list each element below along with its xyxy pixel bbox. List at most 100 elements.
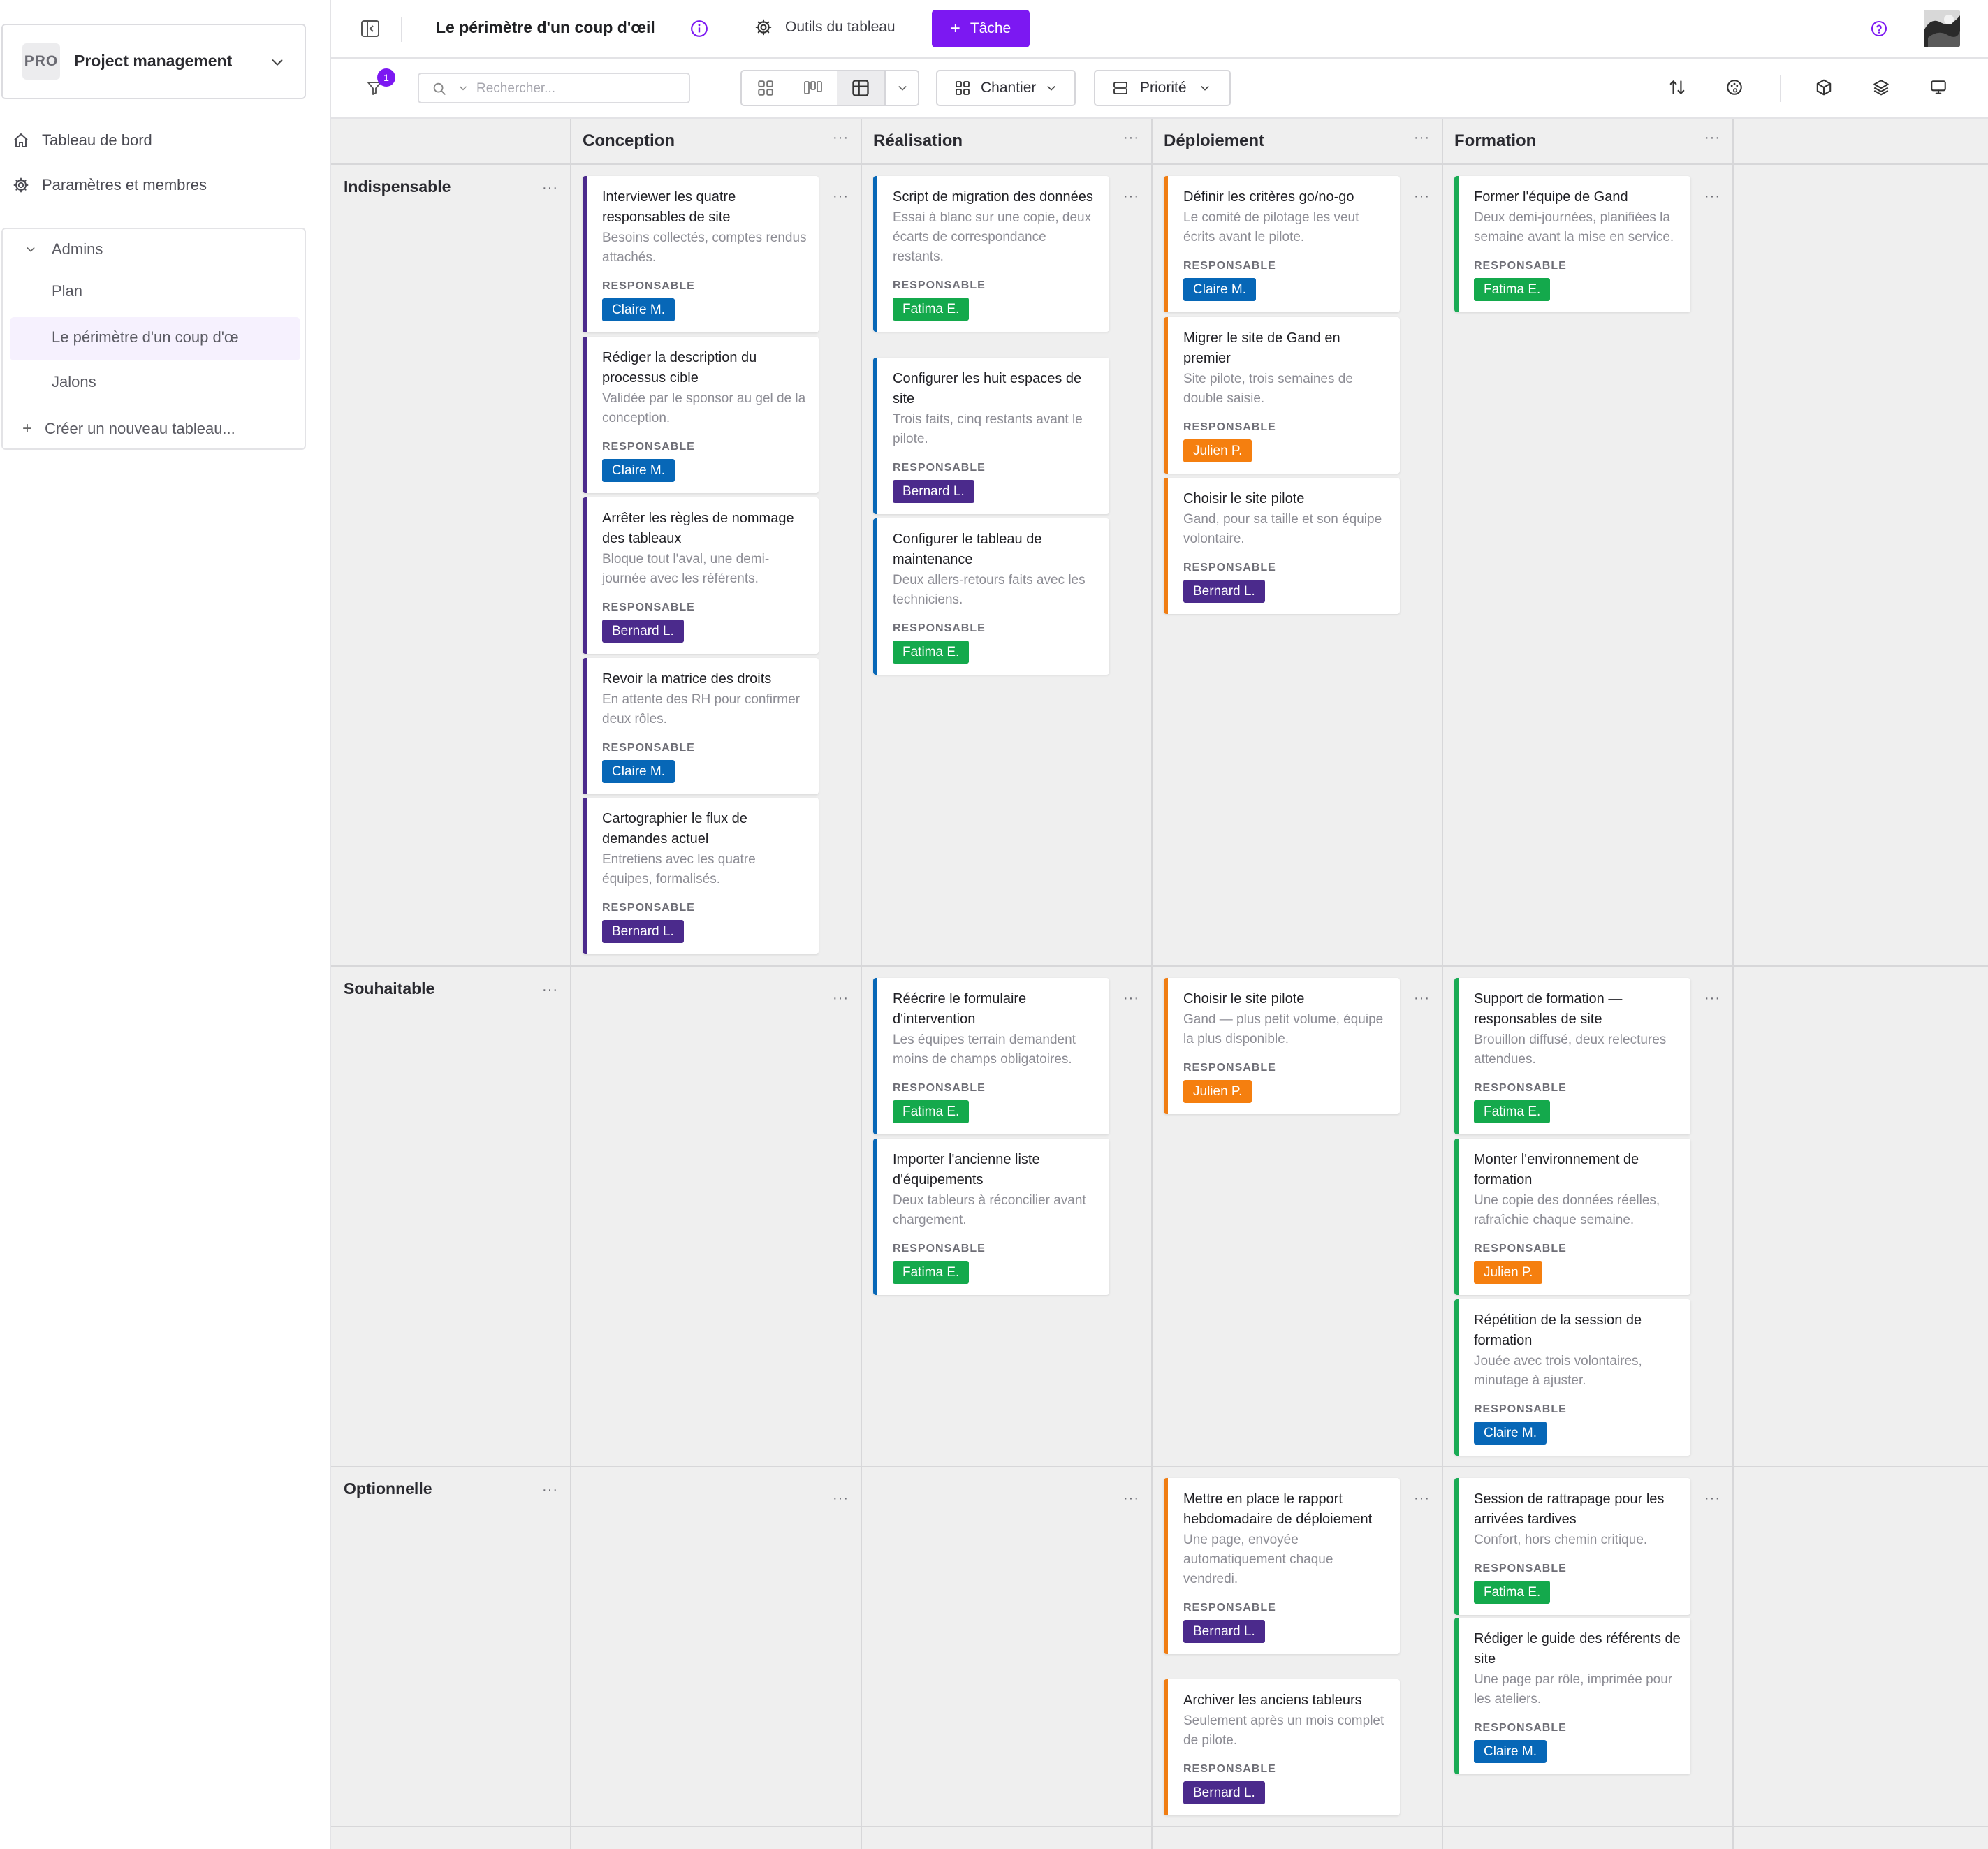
assignee-tag[interactable]: Julien P. bbox=[1474, 1261, 1543, 1284]
chevron-down-icon[interactable] bbox=[458, 83, 468, 93]
assignee-tag[interactable]: Claire M. bbox=[602, 298, 675, 321]
row-menu-icon[interactable]: ··· bbox=[542, 181, 558, 195]
task-card[interactable]: Revoir la matrice des droits En attente d… bbox=[583, 658, 819, 794]
task-card[interactable]: Choisir le site pilote Gand, pour sa tail… bbox=[1164, 478, 1400, 614]
cell-menu-icon[interactable]: ··· bbox=[1123, 189, 1139, 203]
assignee-tag[interactable]: Fatima E. bbox=[893, 298, 970, 321]
create-board-button[interactable]: + Créer un nouveau tableau... bbox=[22, 419, 235, 439]
assignee-tag[interactable]: Fatima E. bbox=[1474, 1581, 1551, 1604]
new-task-button[interactable]: + Tâche bbox=[932, 10, 1030, 47]
task-card[interactable]: Former l'équipe de Gand Deux demi-journée… bbox=[1454, 176, 1690, 312]
board-tools-button[interactable]: Outils du tableau bbox=[754, 18, 896, 36]
row-by-dropdown[interactable]: Priorité bbox=[1094, 70, 1231, 106]
group-by-dropdown[interactable]: Chantier bbox=[936, 70, 1076, 106]
assignee-tag[interactable]: Julien P. bbox=[1183, 1080, 1252, 1103]
assignee-tag[interactable]: Fatima E. bbox=[893, 1261, 970, 1284]
task-card[interactable]: Script de migration des données Essai à b… bbox=[873, 176, 1109, 332]
assignee-tag[interactable]: Claire M. bbox=[1183, 278, 1257, 301]
card-responsible-label: RESPONSABLE bbox=[1474, 1243, 1567, 1255]
task-card[interactable]: Réécrire le formulaire d'intervention Les… bbox=[873, 978, 1109, 1134]
card-title: Choisir le site pilote bbox=[1183, 491, 1305, 506]
view-grid-button[interactable] bbox=[742, 71, 789, 105]
column-menu-icon[interactable]: ··· bbox=[1123, 131, 1139, 145]
assignee-tag[interactable]: Bernard L. bbox=[893, 480, 974, 503]
assignee-tag[interactable]: Fatima E. bbox=[1474, 1100, 1551, 1123]
cell-menu-icon[interactable]: ··· bbox=[1414, 189, 1430, 203]
task-card[interactable]: Session de rattrapage pour les arrivées … bbox=[1454, 1478, 1690, 1615]
view-kanban-button[interactable] bbox=[789, 71, 837, 105]
cell-menu-icon[interactable]: ··· bbox=[1414, 1491, 1430, 1505]
assignee-tag[interactable]: Fatima E. bbox=[893, 641, 970, 664]
search-input[interactable] bbox=[475, 78, 680, 99]
assignee-tag[interactable]: Fatima E. bbox=[1474, 278, 1551, 301]
task-card[interactable]: Rédiger la description du processus cibl… bbox=[583, 337, 819, 493]
project-switcher[interactable]: PRO Project management bbox=[1, 24, 306, 99]
task-card[interactable]: Définir les critères go/no-go Le comité d… bbox=[1164, 176, 1400, 312]
cell-menu-icon[interactable]: ··· bbox=[1123, 1491, 1139, 1505]
avatar[interactable] bbox=[1924, 10, 1960, 47]
board-item-plan[interactable]: Plan bbox=[52, 282, 82, 300]
column-menu-icon[interactable]: ··· bbox=[1414, 131, 1430, 145]
task-card[interactable]: Archiver les anciens tableurs Seulement a… bbox=[1164, 1679, 1400, 1815]
assignee-tag[interactable]: Bernard L. bbox=[1183, 1781, 1265, 1804]
row-menu-icon[interactable]: ··· bbox=[542, 1483, 558, 1497]
row-label-optionnelle[interactable]: Optionnelle bbox=[344, 1479, 432, 1498]
task-card[interactable]: Choisir le site pilote Gand — plus petit … bbox=[1164, 978, 1400, 1114]
task-card[interactable]: Importer l'ancienne liste d'équipements D… bbox=[873, 1139, 1109, 1295]
assignee-tag[interactable]: Bernard L. bbox=[1183, 580, 1265, 603]
task-card[interactable]: Mettre en place le rapport hebdomadaire … bbox=[1164, 1478, 1400, 1654]
assignee-tag[interactable]: Claire M. bbox=[602, 459, 675, 482]
cell-menu-icon[interactable]: ··· bbox=[833, 1491, 849, 1505]
assignee-tag[interactable]: Bernard L. bbox=[602, 620, 684, 643]
cube-icon[interactable] bbox=[1815, 78, 1833, 96]
cell-menu-icon[interactable]: ··· bbox=[1704, 1491, 1720, 1505]
task-card[interactable]: Cartographier le flux de demandes actuel… bbox=[583, 798, 819, 954]
task-card[interactable]: Interviewer les quatre responsables de s… bbox=[583, 176, 819, 332]
column-menu-icon[interactable]: ··· bbox=[1704, 131, 1720, 145]
palette-icon[interactable] bbox=[1725, 78, 1744, 96]
assignee-tag[interactable]: Bernard L. bbox=[1183, 1620, 1265, 1643]
cell-menu-icon[interactable]: ··· bbox=[1414, 991, 1430, 1005]
column-header-conception[interactable]: Conception bbox=[571, 119, 861, 163]
info-icon[interactable] bbox=[690, 20, 708, 38]
board-item-jalons[interactable]: Jalons bbox=[52, 373, 96, 391]
cell-menu-icon[interactable]: ··· bbox=[833, 189, 849, 203]
task-card[interactable]: Support de formation — responsables de s… bbox=[1454, 978, 1690, 1134]
assignee-tag[interactable]: Claire M. bbox=[1474, 1740, 1547, 1763]
assignee-tag[interactable]: Bernard L. bbox=[602, 920, 684, 943]
task-card[interactable]: Monter l'environnement de formation Une c… bbox=[1454, 1139, 1690, 1295]
row-label-souhaitable[interactable]: Souhaitable bbox=[344, 979, 434, 998]
row-menu-icon[interactable]: ··· bbox=[542, 983, 558, 997]
cell-menu-icon[interactable]: ··· bbox=[1123, 991, 1139, 1005]
task-card[interactable]: Arrêter les règles de nommage des tablea… bbox=[583, 497, 819, 654]
task-card[interactable]: Migrer le site de Gand en premier Site pi… bbox=[1164, 317, 1400, 474]
task-card[interactable]: Rédiger le guide des référents de site Un… bbox=[1454, 1618, 1690, 1774]
assignee-tag[interactable]: Julien P. bbox=[1183, 439, 1252, 462]
assignee-tag[interactable]: Fatima E. bbox=[893, 1100, 970, 1123]
column-header-deploiement[interactable]: Déploiement bbox=[1153, 119, 1442, 163]
group-admins[interactable]: Admins bbox=[25, 240, 103, 258]
column-menu-icon[interactable]: ··· bbox=[833, 131, 849, 145]
sidebar-toggle-icon[interactable] bbox=[360, 20, 380, 38]
help-icon[interactable] bbox=[1871, 20, 1887, 37]
cell-menu-icon[interactable]: ··· bbox=[1704, 991, 1720, 1005]
row-label-indispensable[interactable]: Indispensable bbox=[344, 177, 451, 196]
cell-menu-icon[interactable]: ··· bbox=[1704, 189, 1720, 203]
task-card[interactable]: Répétition de la session de formation Jou… bbox=[1454, 1299, 1690, 1456]
task-card[interactable]: Configurer les huit espaces de site Trois… bbox=[873, 358, 1109, 514]
view-matrix-button[interactable] bbox=[837, 71, 884, 105]
assignee-tag[interactable]: Claire M. bbox=[602, 760, 675, 783]
monitor-icon[interactable] bbox=[1929, 78, 1947, 96]
search-field[interactable] bbox=[418, 73, 690, 103]
board-item-perimetre[interactable]: Le périmètre d'un coup d'œ bbox=[52, 328, 239, 346]
assignee-tag[interactable]: Claire M. bbox=[1474, 1422, 1547, 1445]
sort-icon[interactable] bbox=[1668, 78, 1686, 96]
view-menu-button[interactable] bbox=[884, 71, 918, 105]
column-header-realisation[interactable]: Réalisation bbox=[862, 119, 1151, 163]
column-header-formation[interactable]: Formation bbox=[1443, 119, 1732, 163]
layers-icon[interactable] bbox=[1872, 78, 1890, 96]
cell-menu-icon[interactable]: ··· bbox=[833, 991, 849, 1005]
task-card[interactable]: Configurer le tableau de maintenance Deux… bbox=[873, 518, 1109, 675]
nav-dashboard[interactable]: Tableau de bord bbox=[13, 131, 152, 149]
nav-settings[interactable]: Paramètres et membres bbox=[13, 176, 207, 194]
